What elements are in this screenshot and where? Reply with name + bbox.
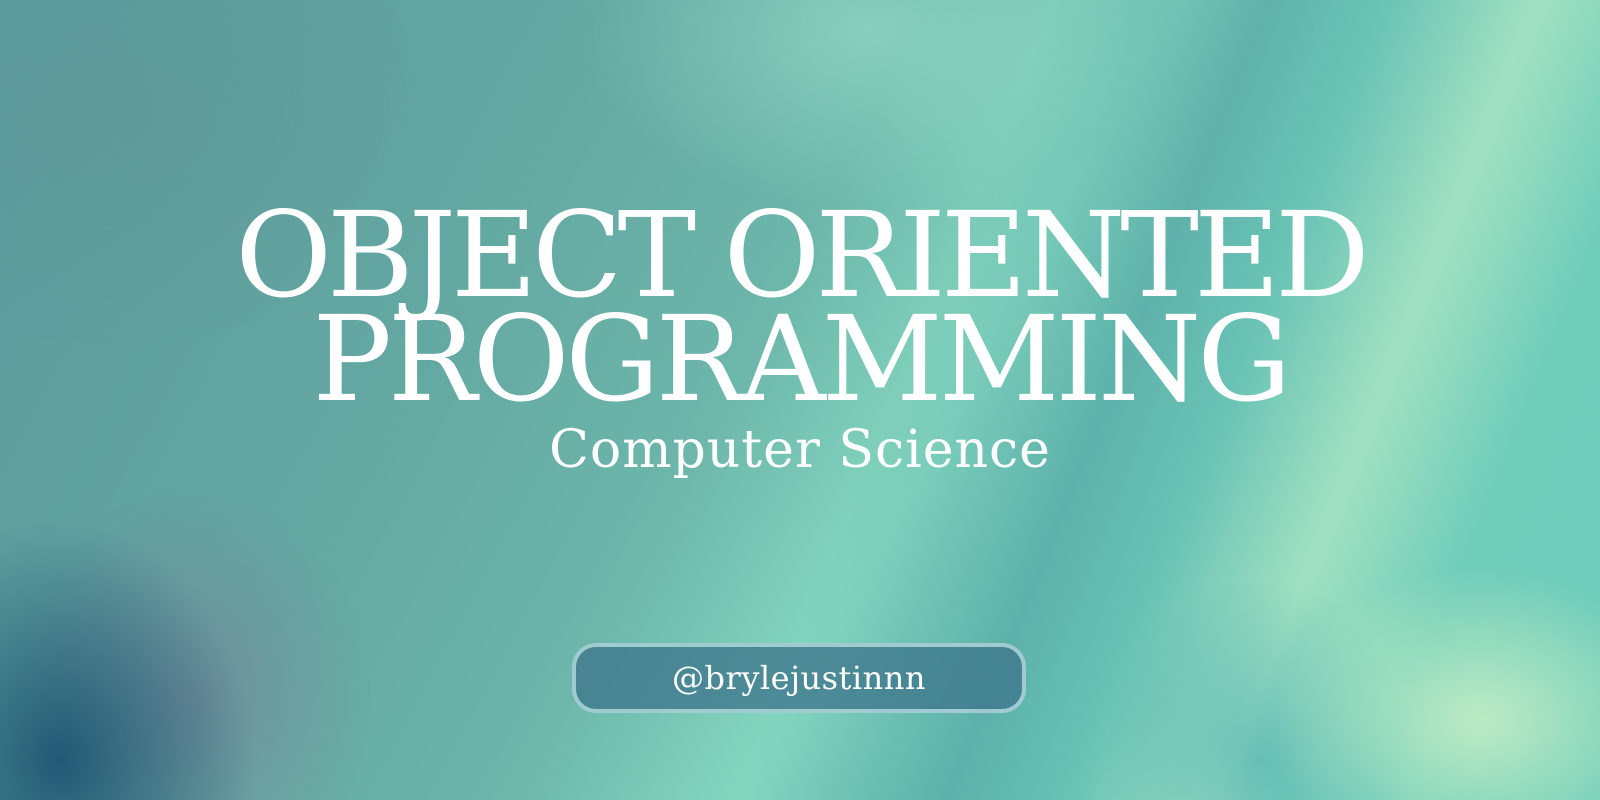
subtitle: Computer Science	[549, 420, 1051, 480]
social-handle: @brylejustinnn	[672, 659, 926, 697]
banner: OBJECT ORIENTED PROGRAMMING Computer Sci…	[0, 0, 1600, 800]
social-handle-pill: @brylejustinnn	[572, 643, 1026, 713]
title-line-2: PROGRAMMING	[312, 290, 1291, 428]
